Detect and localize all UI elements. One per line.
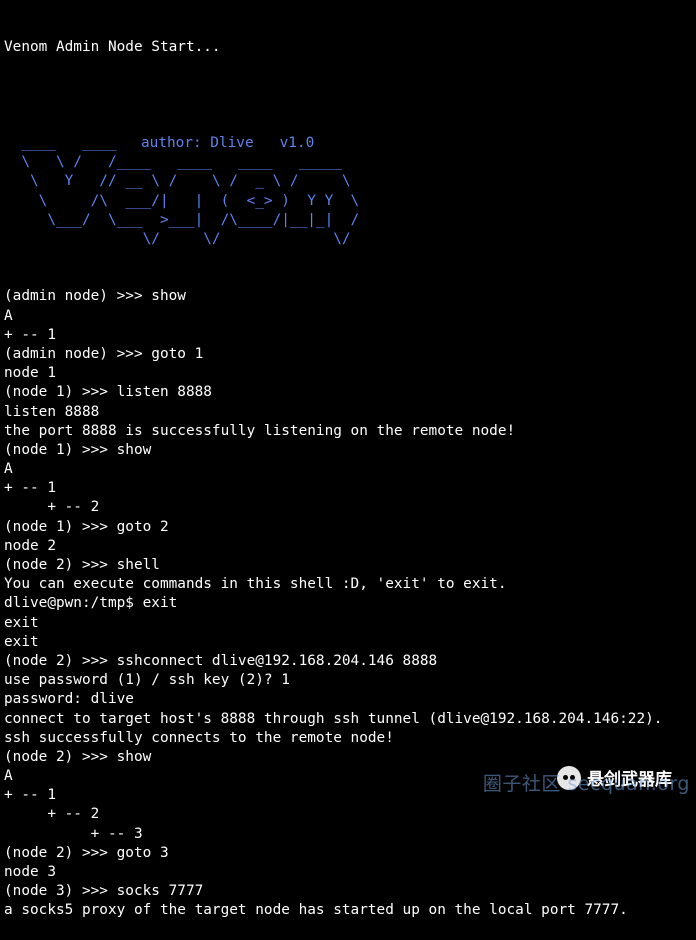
terminal-line: (node 1) >>> listen 8888 xyxy=(4,384,212,401)
terminal-line: (admin node) >>> show xyxy=(4,288,186,305)
terminal-line: + -- 3 xyxy=(4,825,143,842)
terminal-line: node 2 xyxy=(4,537,56,554)
terminal-line: connect to target host's 8888 through ss… xyxy=(4,710,663,727)
terminal-line: exit xyxy=(4,614,39,631)
terminal-line: (node 2) >>> goto 3 xyxy=(4,844,169,861)
watermark-site: 圈子社区 secquan.org xyxy=(482,773,690,795)
terminal-line: the port 8888 is successfully listening … xyxy=(4,422,516,439)
venom-banner: ____ ____ \ \ / /____ ____ ____ _____ \ … xyxy=(4,96,694,249)
terminal-line: a socks5 proxy of the target node has st… xyxy=(4,902,628,919)
terminal-line: password: dlive xyxy=(4,691,134,708)
start-line: Venom Admin Node Start... xyxy=(4,39,221,56)
terminal-line: (node 1) >>> goto 2 xyxy=(4,518,169,535)
terminal-line: You can execute commands in this shell :… xyxy=(4,576,507,593)
terminal-line: A xyxy=(4,307,13,324)
terminal-line: node 3 xyxy=(4,864,56,881)
terminal-line: exit xyxy=(4,633,39,650)
terminal-output: (admin node) >>> show A + -- 1 (admin node)… xyxy=(4,287,694,920)
terminal-line: (admin node) >>> goto 1 xyxy=(4,345,204,362)
terminal-line: use password (1) / ssh key (2)? 1 xyxy=(4,672,290,689)
terminal-window[interactable]: Venom Admin Node Start... ____ ____ \ \ … xyxy=(4,0,694,940)
author-credit: author: Dlive v1.0 xyxy=(141,135,315,151)
terminal-line: (node 2) >>> shell xyxy=(4,557,160,574)
terminal-line: (node 3) >>> socks 7777 xyxy=(4,883,204,900)
terminal-line: listen 8888 xyxy=(4,403,100,420)
terminal-line: (node 2) >>> sshconnect dlive@192.168.20… xyxy=(4,652,438,669)
terminal-line: (node 1) >>> show xyxy=(4,441,152,458)
terminal-line: + -- 2 xyxy=(4,806,100,823)
terminal-line: + -- 2 xyxy=(4,499,100,516)
terminal-line: ssh successfully connects to the remote … xyxy=(4,729,394,746)
terminal-line: dlive@pwn:/tmp$ exit xyxy=(4,595,178,612)
terminal-line: A xyxy=(4,461,13,478)
terminal-line: + -- 1 xyxy=(4,326,56,343)
terminal-line: + -- 1 xyxy=(4,480,56,497)
terminal-line: node 1 xyxy=(4,365,56,382)
